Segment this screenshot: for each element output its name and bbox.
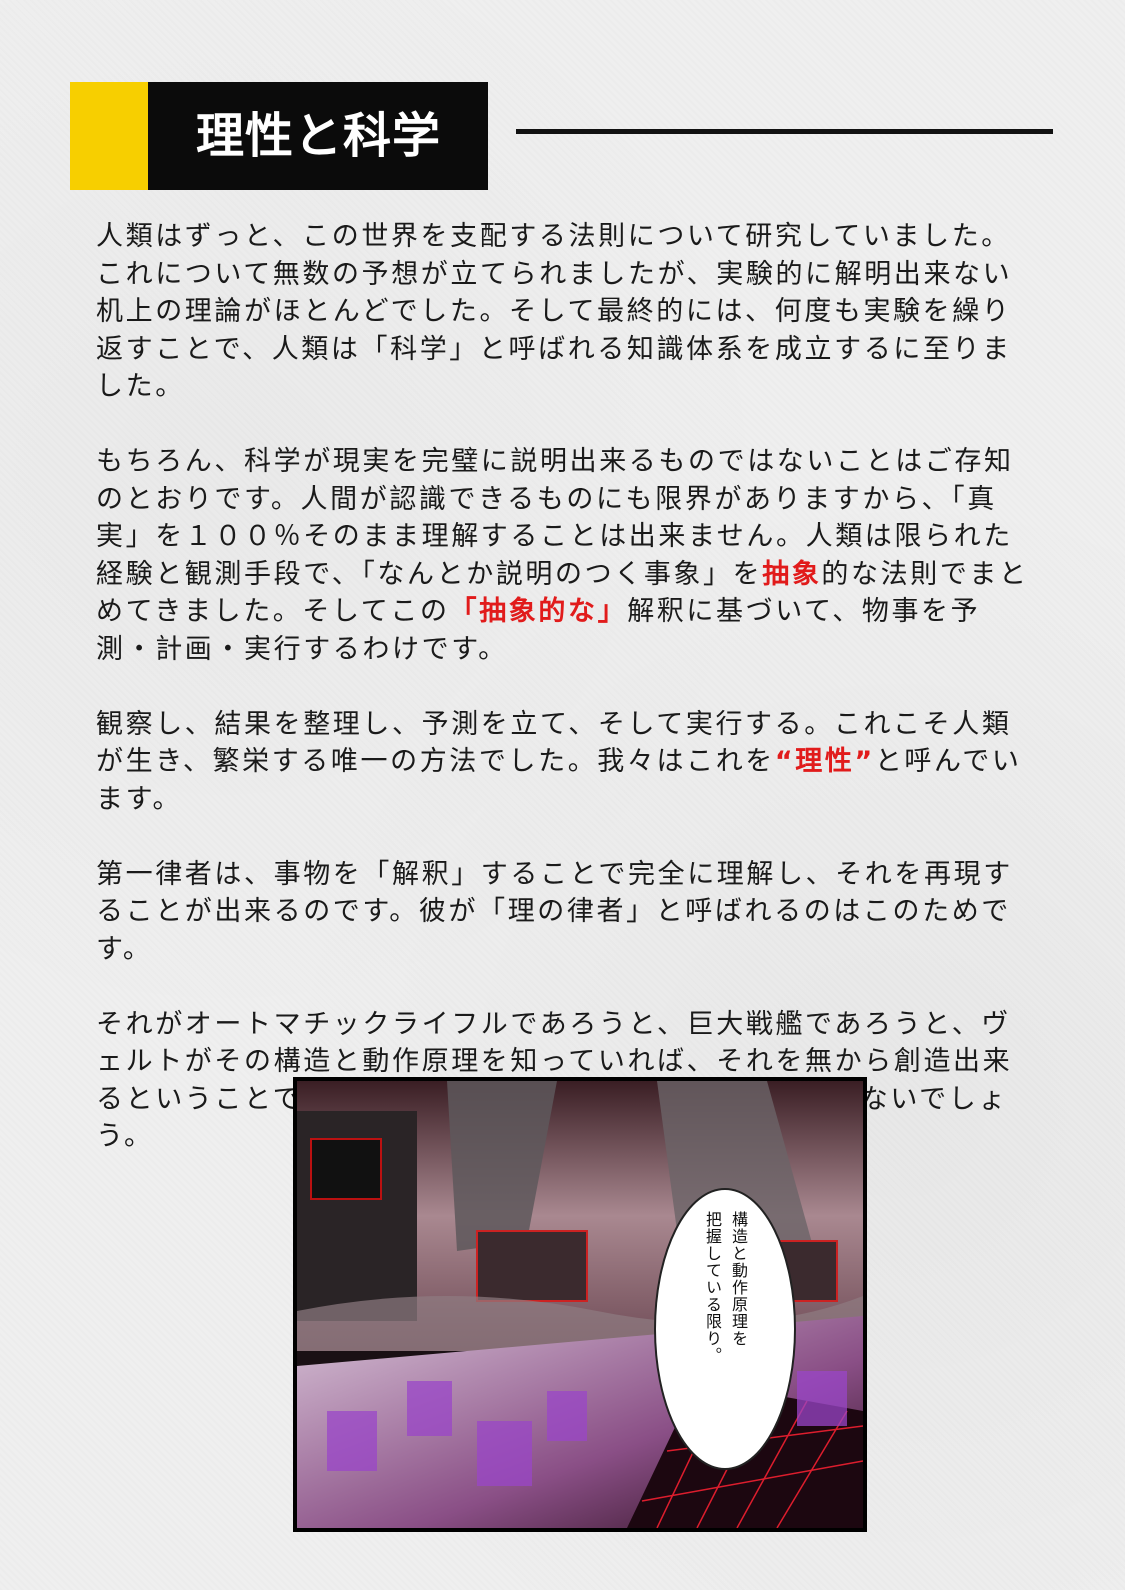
paragraph-4: 第一律者は、事物を「解釈」することで完全に理解し、それを再現することが出来るので… <box>96 858 1013 965</box>
highlight-abstract: 抽象 <box>762 558 822 590</box>
paragraph-3: 観察し、結果を整理し、予測を立て、そして実行する。これこそ人類が生き、繁栄する唯… <box>96 706 1030 819</box>
article-body: 人類はずっと、この世界を支配する法則について研究していました。これについて無数の… <box>96 218 1030 1193</box>
highlight-reason: “理性” <box>774 746 875 777</box>
paragraph-1: 人類はずっと、この世界を支配する法則について研究していました。これについて無数の… <box>96 221 1013 402</box>
page-title: 理性と科学 <box>196 108 442 164</box>
paragraph-2: もちろん、科学が現実を完璧に説明出来るものではないことはご存知のとおりです。人間… <box>96 443 1030 668</box>
truck-window <box>310 1138 382 1200</box>
vehicle-middle <box>476 1230 588 1302</box>
title-accent-bar <box>70 82 148 190</box>
speech-bubble-text: 構造と動作原理を 把握している限り。 <box>690 1211 760 1451</box>
title-divider <box>516 129 1053 134</box>
manga-panel: 構造と動作原理を 把握している限り。 <box>293 1077 867 1532</box>
manga-illustration <box>297 1081 863 1528</box>
title-banner: 理性と科学 <box>70 82 488 190</box>
bubble-line-1: 構造と動作原理を <box>729 1211 748 1347</box>
bubble-line-2: 把握している限り。 <box>703 1211 722 1364</box>
highlight-abstract-quote: 「抽象的な」 <box>449 596 628 627</box>
